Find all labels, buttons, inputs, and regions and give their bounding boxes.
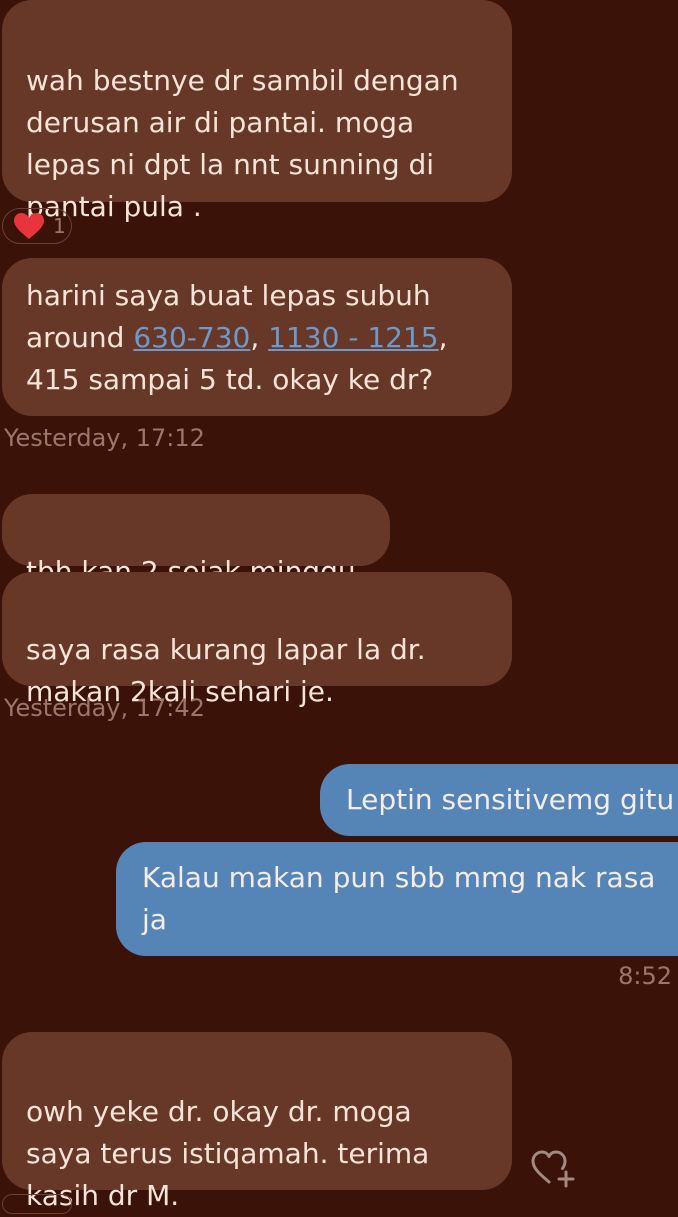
- time-range-link[interactable]: 1130 - 1215: [268, 321, 438, 354]
- message-timestamp: Yesterday, 17:12: [4, 424, 205, 452]
- message-text: ,: [438, 321, 448, 354]
- heart-icon: [14, 213, 44, 239]
- message-bubble-outgoing[interactable]: Kalau makan pun sbb mmg nak rasa ja: [116, 842, 678, 956]
- message-timestamp: 8:52: [618, 962, 672, 990]
- message-text: Leptin sensitivemg gitu: [346, 783, 675, 816]
- message-text: wah bestnye dr sambil dengan derusan air…: [26, 64, 459, 223]
- message-bubble-incoming[interactable]: owh yeke dr. okay dr. moga saya terus is…: [2, 1032, 512, 1212]
- message-timestamp: Yesterday, 17:42: [4, 694, 205, 722]
- message-bubble-incoming[interactable]: harini saya buat lepas subuh around 630-…: [2, 258, 512, 416]
- message-text: owh yeke dr. okay dr. moga saya terus is…: [26, 1095, 430, 1212]
- message-line: around 630-730, 1130 - 1215,: [26, 317, 488, 359]
- message-text: ,: [250, 321, 269, 354]
- reaction-count: 1: [53, 214, 66, 238]
- reaction-badge-partial[interactable]: [2, 1194, 72, 1214]
- add-reaction-button[interactable]: [528, 1142, 580, 1190]
- message-text: around: [26, 321, 134, 354]
- reaction-badge[interactable]: 1: [2, 208, 72, 244]
- message-line: harini saya buat lepas subuh: [26, 279, 431, 312]
- heart-plus-icon: [531, 1150, 575, 1188]
- message-line: Kalau makan pun sbb mmg nak rasa: [142, 861, 656, 894]
- message-bubble-incoming[interactable]: saya rasa kurang lapar la dr. makan 2kal…: [2, 572, 512, 708]
- message-bubble-incoming[interactable]: tbh kan 2 sejak minggu: [2, 494, 390, 588]
- message-bubble-outgoing[interactable]: Leptin sensitivemg gitu: [320, 764, 678, 836]
- time-range-link[interactable]: 630-730: [133, 321, 250, 354]
- message-line: ja: [142, 903, 167, 936]
- message-line: 415 sampai 5 td. okay ke dr?: [26, 363, 434, 396]
- message-bubble-incoming[interactable]: wah bestnye dr sambil dengan derusan air…: [2, 0, 512, 223]
